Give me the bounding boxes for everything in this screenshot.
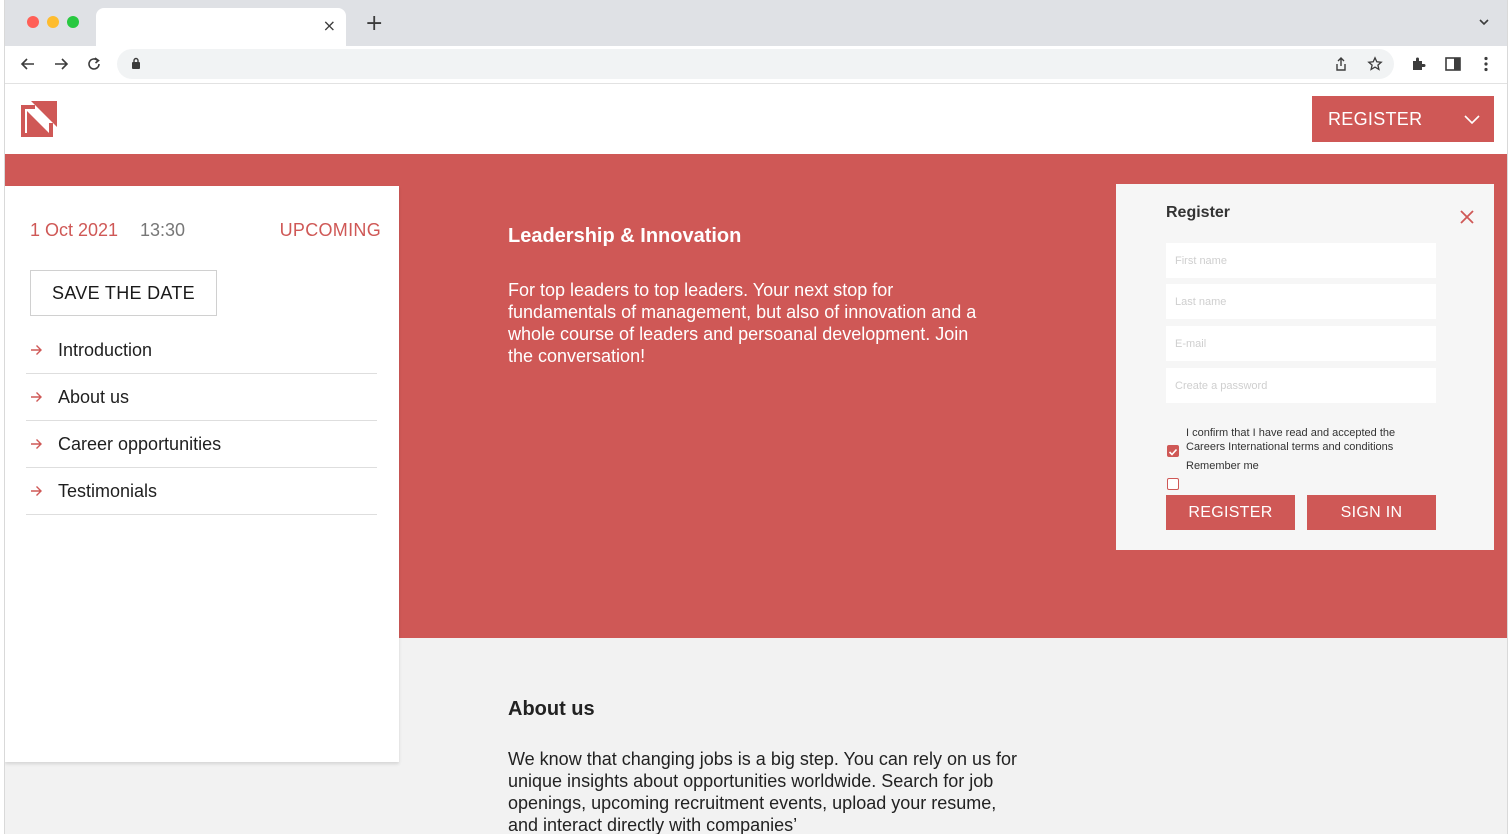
more-menu-icon[interactable]	[1477, 55, 1495, 73]
save-the-date-button[interactable]: SAVE THE DATE	[30, 270, 217, 316]
checkmark-icon	[1168, 448, 1178, 456]
hero-description: For top leaders to top leaders. Your nex…	[508, 280, 977, 366]
nav-item-label: Introduction	[58, 340, 153, 360]
email-field[interactable]	[1166, 326, 1436, 361]
forward-icon[interactable]	[50, 53, 72, 75]
remember-me-label: Remember me	[1186, 460, 1259, 472]
browser-window: × + REGISTER 1 Oct 2021 13:30 UPCOMING S…	[4, 0, 1508, 834]
site-header: REGISTER	[5, 84, 1507, 154]
lock-icon	[132, 57, 140, 69]
reload-icon[interactable]	[83, 53, 105, 75]
side-panel-icon[interactable]	[1444, 55, 1462, 73]
browser-toolbar	[5, 46, 1507, 84]
tab-search-chevron-icon[interactable]	[1477, 15, 1491, 29]
arrow-right-icon	[31, 345, 42, 355]
tab-strip: × +	[5, 0, 1507, 46]
status-badge: UPCOMING	[279, 220, 381, 240]
about-section-text: We know that changing jobs is a big step…	[508, 749, 1017, 834]
close-tab-icon[interactable]: ×	[323, 16, 336, 36]
last-name-field[interactable]	[1166, 284, 1436, 319]
close-window-button[interactable]	[27, 16, 39, 28]
arrow-right-icon	[31, 392, 42, 402]
arrow-right-icon	[31, 439, 42, 449]
nav-item-label: Testimonials	[58, 481, 158, 501]
about-section-title: About us	[508, 698, 595, 720]
sign-in-button[interactable]: SIGN IN	[1307, 495, 1436, 530]
browser-tab[interactable]: ×	[96, 8, 346, 46]
maximize-window-button[interactable]	[67, 16, 79, 28]
nav-item-career-opportunities[interactable]: Career opportunities	[26, 421, 377, 468]
nav-item-label: Career opportunities	[58, 434, 222, 454]
remember-me-checkbox[interactable]	[1167, 478, 1179, 490]
event-time: 13:30	[140, 220, 186, 240]
register-button[interactable]: REGISTER	[1166, 495, 1295, 530]
password-field[interactable]	[1166, 368, 1436, 403]
first-name-field[interactable]	[1166, 243, 1436, 278]
terms-checkbox[interactable]	[1167, 445, 1179, 457]
web-page: REGISTER 1 Oct 2021 13:30 UPCOMING SAVE …	[5, 84, 1507, 834]
terms-label: I confirm that I have read and accepted …	[1186, 427, 1396, 453]
extensions-icon[interactable]	[1410, 55, 1428, 73]
nav-item-about-us[interactable]: About us	[26, 374, 377, 421]
nav-item-label: About us	[58, 387, 130, 407]
new-tab-icon[interactable]: +	[365, 12, 383, 36]
back-icon[interactable]	[17, 53, 39, 75]
logo-icon[interactable]	[19, 99, 59, 139]
minimize-window-button[interactable]	[47, 16, 59, 28]
register-panel: Register I confirm that I have read and …	[1116, 184, 1494, 550]
hero-title: Leadership & Innovation	[508, 225, 742, 247]
arrow-right-icon	[31, 486, 42, 496]
chevron-down-icon	[1464, 115, 1480, 125]
nav-item-introduction[interactable]: Introduction	[26, 327, 377, 374]
register-dropdown-button[interactable]: REGISTER	[1312, 96, 1494, 142]
address-bar[interactable]	[117, 49, 1394, 79]
event-date: 1 Oct 2021	[30, 220, 119, 240]
section-nav: Introduction About us Career opportuniti…	[26, 327, 377, 515]
event-sidebar-card: 1 Oct 2021 13:30 UPCOMING SAVE THE DATE …	[5, 186, 399, 762]
register-panel-title: Register	[1166, 204, 1231, 221]
share-icon[interactable]	[1333, 56, 1349, 72]
register-dropdown-label: REGISTER	[1328, 108, 1423, 129]
bookmark-star-icon[interactable]	[1367, 56, 1383, 72]
nav-item-testimonials[interactable]: Testimonials	[26, 468, 377, 515]
close-icon[interactable]	[1460, 210, 1474, 224]
